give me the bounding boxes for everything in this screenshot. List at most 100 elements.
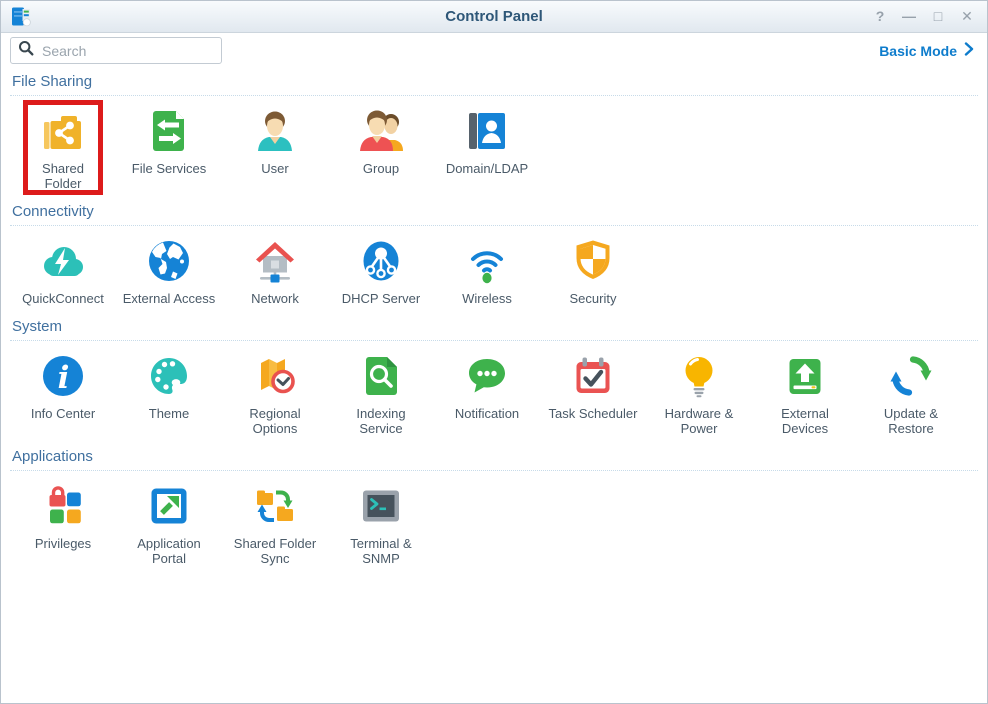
minimize-button[interactable]: — [901, 8, 917, 25]
item-label: Indexing Service [334, 406, 428, 436]
item-group[interactable]: Group [328, 105, 434, 176]
regional-options-icon [249, 350, 301, 402]
item-label: Theme [149, 406, 189, 421]
item-label: Info Center [31, 406, 95, 421]
notification-icon [461, 350, 513, 402]
item-security[interactable]: Security [540, 235, 646, 306]
item-label: Task Scheduler [549, 406, 638, 421]
item-notification[interactable]: Notification [434, 350, 540, 421]
security-icon [567, 235, 619, 287]
item-info-center[interactable]: i Info Center [10, 350, 116, 421]
item-label: Privileges [35, 536, 91, 551]
info-center-icon: i [37, 350, 89, 402]
section-title: File Sharing [12, 73, 976, 90]
theme-icon [143, 350, 195, 402]
section-title: Applications [12, 448, 976, 465]
chevron-right-icon [964, 42, 974, 59]
item-external-devices[interactable]: External Devices [752, 350, 858, 436]
external-devices-icon [779, 350, 831, 402]
network-icon [249, 235, 301, 287]
quickconnect-icon [37, 235, 89, 287]
item-shared-folder-sync[interactable]: Shared Folder Sync [222, 480, 328, 566]
item-wireless[interactable]: Wireless [434, 235, 540, 306]
item-application-portal[interactable]: Application Portal [116, 480, 222, 566]
item-terminal-snmp[interactable]: Terminal & SNMP [328, 480, 434, 566]
section-items-row: Privileges Application Portal Shared Folde… [10, 471, 978, 569]
item-label: Group [363, 161, 399, 176]
item-label: Update & Restore [864, 406, 958, 436]
item-user[interactable]: User [222, 105, 328, 176]
close-button[interactable]: ✕ [959, 8, 975, 25]
item-external-access[interactable]: External Access [116, 235, 222, 306]
item-label: Network [251, 291, 299, 306]
section-system: System i Info Center Theme Regional Options I… [10, 318, 978, 439]
item-label: Wireless [462, 291, 512, 306]
update-restore-icon [885, 350, 937, 402]
shared-folder-icon [37, 105, 89, 157]
control-panel-window: Control Panel ? — □ ✕ Basic Mode [0, 0, 988, 704]
section-file-sharing: File Sharing Shared Folder File Services Us… [10, 73, 978, 194]
domain-ldap-icon [461, 105, 513, 157]
item-privileges[interactable]: Privileges [10, 480, 116, 551]
content: Basic Mode File SharingShared FolderFile… [1, 37, 987, 569]
item-indexing-service[interactable]: Indexing Service [328, 350, 434, 436]
wireless-icon [461, 235, 513, 287]
maximize-button[interactable]: □ [930, 8, 946, 25]
item-label: External Devices [758, 406, 852, 436]
item-dhcp-server[interactable]: DHCP Server [328, 235, 434, 306]
item-hardware-power[interactable]: Hardware & Power [646, 350, 752, 436]
item-label: Security [570, 291, 617, 306]
item-label: Application Portal [122, 536, 216, 566]
item-domain-ldap[interactable]: Domain/LDAP [434, 105, 540, 176]
item-network[interactable]: Network [222, 235, 328, 306]
search-icon [18, 40, 34, 61]
item-regional-options[interactable]: Regional Options [222, 350, 328, 436]
section-items-row: i Info Center Theme Regional Options Indexin… [10, 341, 978, 439]
item-label: Notification [455, 406, 519, 421]
item-label: User [261, 161, 288, 176]
sections-container: File Sharing Shared Folder File Services Us… [10, 73, 978, 569]
task-scheduler-icon [567, 350, 619, 402]
item-label: QuickConnect [22, 291, 104, 306]
indexing-service-icon [355, 350, 407, 402]
item-theme[interactable]: Theme [116, 350, 222, 421]
basic-mode-link[interactable]: Basic Mode [879, 42, 978, 59]
toolbar: Basic Mode [10, 37, 978, 64]
section-items-row: Shared Folder File Services User Group Domai… [10, 96, 978, 194]
item-label: Regional Options [228, 406, 322, 436]
shared-folder-sync-icon [249, 480, 301, 532]
window-controls: ? — □ ✕ [872, 8, 987, 25]
section-items-row: QuickConnect External Access Network DHCP S… [10, 226, 978, 309]
item-label: External Access [123, 291, 216, 306]
dhcp-server-icon [355, 235, 407, 287]
search-input[interactable] [40, 42, 225, 60]
section-applications: Applications Privileges Application Portal… [10, 448, 978, 569]
application-portal-icon [143, 480, 195, 532]
user-icon [249, 105, 301, 157]
terminal-snmp-icon [355, 480, 407, 532]
item-shared-folder[interactable]: Shared Folder [10, 105, 116, 191]
search-box[interactable] [10, 37, 222, 64]
item-label: DHCP Server [342, 291, 421, 306]
item-label: Terminal & SNMP [334, 536, 428, 566]
item-update-restore[interactable]: Update & Restore [858, 350, 964, 436]
item-label: Hardware & Power [652, 406, 746, 436]
privileges-icon [37, 480, 89, 532]
external-access-icon [143, 235, 195, 287]
item-quickconnect[interactable]: QuickConnect [10, 235, 116, 306]
item-label: Shared Folder Sync [228, 536, 322, 566]
help-button[interactable]: ? [872, 8, 888, 25]
svg-text:i: i [58, 360, 70, 396]
hardware-power-icon [673, 350, 725, 402]
group-icon [355, 105, 407, 157]
control-panel-app-icon [9, 5, 33, 29]
basic-mode-label: Basic Mode [879, 43, 957, 59]
file-services-icon [143, 105, 195, 157]
item-label: Shared Folder [31, 161, 95, 191]
section-title: System [12, 318, 976, 335]
item-task-scheduler[interactable]: Task Scheduler [540, 350, 646, 421]
window-title: Control Panel [1, 8, 987, 25]
item-file-services[interactable]: File Services [116, 105, 222, 176]
titlebar: Control Panel ? — □ ✕ [1, 1, 987, 33]
item-label: Domain/LDAP [446, 161, 528, 176]
